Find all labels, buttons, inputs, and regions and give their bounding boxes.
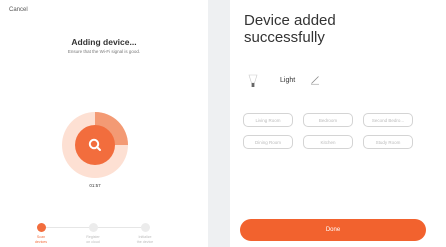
cancel-button[interactable]: Cancel: [9, 7, 28, 13]
bulb-icon: [248, 74, 258, 87]
adding-subtitle: Ensure that the Wi-Fi signal is good.: [67, 49, 141, 54]
adding-device-screen: Cancel Adding device... Ensure that the …: [0, 0, 208, 247]
room-chip-bedroom[interactable]: Bedroom: [303, 113, 353, 127]
room-chip-study-room[interactable]: Study Room: [363, 135, 413, 149]
room-chip-kitchen[interactable]: Kitchen: [303, 135, 353, 149]
device-added-screen: Device added successfully Light Living R…: [230, 0, 446, 247]
room-chip-living-room[interactable]: Living Room: [243, 113, 293, 127]
step-register-dot: [89, 223, 98, 232]
done-button[interactable]: Done: [240, 219, 426, 241]
progress-ring: [62, 112, 128, 178]
room-chip-second-bedroom[interactable]: Second Bedro...: [363, 113, 413, 127]
search-icon: [88, 138, 101, 151]
success-title: Device added successfully: [244, 12, 336, 46]
step-initialize-label: Initialize the device: [136, 235, 154, 244]
step-initialize-dot: [141, 223, 150, 232]
adding-title: Adding device...: [71, 37, 137, 47]
step-scan-dot: [37, 223, 46, 232]
room-chip-dining-room[interactable]: Dining Room: [243, 135, 293, 149]
step-scan-label: Scan devices: [34, 235, 48, 244]
step-register-label: Register on cloud: [86, 235, 100, 244]
pencil-icon[interactable]: [310, 75, 320, 85]
device-name: Light: [280, 77, 296, 84]
progress-timer: 01:57: [89, 183, 101, 188]
